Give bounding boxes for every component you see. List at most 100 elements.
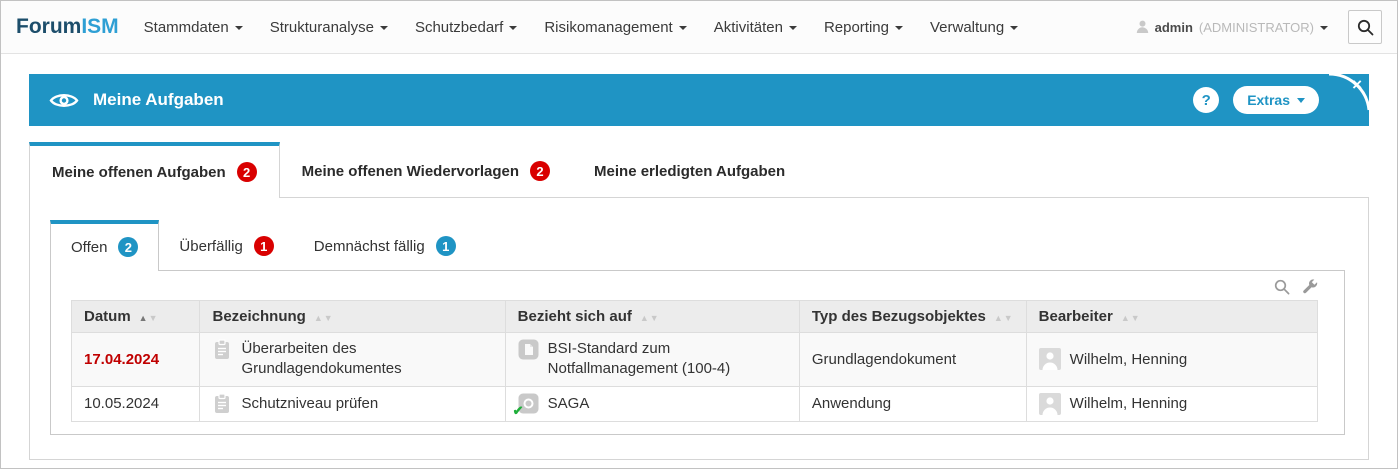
table-row[interactable]: 17.04.2024 Überarbeiten des Grundlagendo… — [72, 333, 1318, 387]
column-label: Typ des Bezugsobjektes — [812, 308, 986, 325]
subtab-offen[interactable]: Offen 2 — [50, 220, 159, 271]
subtab-label: Offen — [71, 239, 107, 256]
app-window: ForumISM Stammdaten Strukturanalyse Schu… — [0, 0, 1398, 469]
avatar — [1039, 348, 1061, 370]
user-icon — [1136, 20, 1149, 34]
search-icon — [1357, 19, 1374, 36]
main-tabs: Meine offenen Aufgaben 2 Meine offenen W… — [29, 142, 1369, 197]
menu-label: Aktivitäten — [714, 19, 783, 36]
object-type: Grundlagendokument — [812, 351, 956, 368]
widget-header: Meine Aufgaben ? Extras × — [29, 74, 1369, 126]
subtab-label: Überfällig — [179, 238, 242, 255]
avatar — [1039, 393, 1061, 415]
tab-meine-offenen-wiedervorlagen[interactable]: Meine offenen Wiedervorlagen 2 — [280, 142, 572, 197]
tab-label: Meine erledigten Aufgaben — [594, 163, 785, 180]
tab-meine-offenen-aufgaben[interactable]: Meine offenen Aufgaben 2 — [29, 142, 280, 198]
menu-aktivitaeten[interactable]: Aktivitäten — [714, 19, 797, 36]
help-button[interactable]: ? — [1193, 87, 1219, 113]
count-badge: 2 — [118, 237, 138, 257]
chevron-down-icon — [380, 26, 388, 30]
subtab-demnaechst-faellig[interactable]: Demnächst fällig 1 — [294, 220, 476, 270]
chevron-down-icon — [1297, 98, 1305, 103]
task-clipboard-icon — [212, 393, 232, 414]
table-header-row: Datum ▲▼ Bezeichnung ▲▼ Bezieht sich auf ▲▼… — [72, 301, 1318, 333]
sort-icons[interactable]: ▲▼ — [994, 313, 1014, 323]
object-type: Anwendung — [812, 395, 891, 412]
chevron-down-icon — [789, 26, 797, 30]
column-header-datum[interactable]: Datum ▲▼ — [72, 301, 200, 333]
menu-label: Verwaltung — [930, 19, 1004, 36]
sort-icons[interactable]: ▲▼ — [314, 313, 334, 323]
page-title: Meine Aufgaben — [93, 90, 224, 110]
table-search-icon[interactable] — [1274, 279, 1290, 295]
extras-button[interactable]: Extras — [1233, 86, 1319, 114]
document-icon — [518, 339, 539, 360]
task-title[interactable]: Überarbeiten des Grundlagendokumentes — [241, 339, 446, 380]
subtab-label: Demnächst fällig — [314, 238, 425, 255]
menu-label: Risikomanagement — [544, 19, 672, 36]
close-icon[interactable]: × — [1352, 76, 1362, 93]
sort-asc-icon[interactable]: ▲▼ — [139, 313, 159, 323]
count-badge: 1 — [254, 236, 274, 256]
corner-arc — [1323, 74, 1369, 116]
task-title[interactable]: Schutzniveau prüfen — [241, 395, 378, 412]
sort-icons[interactable]: ▲▼ — [640, 313, 660, 323]
tab-label: Meine offenen Wiedervorlagen — [302, 163, 519, 180]
chevron-down-icon — [235, 26, 243, 30]
count-badge: 1 — [436, 236, 456, 256]
chevron-down-icon — [1320, 26, 1328, 30]
task-date: 10.05.2024 — [84, 395, 159, 412]
tasks-table: Datum ▲▼ Bezeichnung ▲▼ Bezieht sich auf ▲▼… — [71, 300, 1318, 422]
menu-label: Schutzbedarf — [415, 19, 503, 36]
menu-label: Strukturanalyse — [270, 19, 374, 36]
column-label: Datum — [84, 308, 131, 325]
sort-icons[interactable]: ▲▼ — [1121, 313, 1141, 323]
top-navbar: ForumISM Stammdaten Strukturanalyse Schu… — [1, 1, 1397, 54]
column-header-bezieht-sich-auf[interactable]: Bezieht sich auf ▲▼ — [505, 301, 799, 333]
tab-meine-erledigten-aufgaben[interactable]: Meine erledigten Aufgaben — [572, 142, 807, 197]
assignee-name[interactable]: Wilhelm, Henning — [1070, 395, 1188, 412]
menu-label: Reporting — [824, 19, 889, 36]
sub-tabs: Offen 2 Überfällig 1 Demnächst fällig 1 — [50, 220, 1345, 270]
related-object[interactable]: BSI-Standard zum Notfallmanagement (100-… — [548, 339, 753, 380]
menu-risikomanagement[interactable]: Risikomanagement — [544, 19, 686, 36]
table-row[interactable]: 10.05.2024 Schutzniveau prüfen — [72, 386, 1318, 421]
chevron-down-icon — [1010, 26, 1018, 30]
column-label: Bezieht sich auf — [518, 308, 632, 325]
tab-label: Meine offenen Aufgaben — [52, 164, 226, 181]
chevron-down-icon — [679, 26, 687, 30]
column-label: Bezeichnung — [212, 308, 305, 325]
user-role: (ADMINISTRATOR) — [1199, 20, 1314, 35]
task-list-panel: Datum ▲▼ Bezeichnung ▲▼ Bezieht sich auf ▲▼… — [50, 270, 1345, 435]
status-check-icon: ✔ — [513, 403, 524, 419]
global-search-button[interactable] — [1348, 10, 1382, 44]
main-menu: Stammdaten Strukturanalyse Schutzbedarf … — [144, 19, 1019, 36]
menu-label: Stammdaten — [144, 19, 229, 36]
chevron-down-icon — [895, 26, 903, 30]
column-header-bearbeiter[interactable]: Bearbeiter ▲▼ — [1026, 301, 1317, 333]
assignee-name[interactable]: Wilhelm, Henning — [1070, 351, 1188, 368]
menu-verwaltung[interactable]: Verwaltung — [930, 19, 1018, 36]
extras-label: Extras — [1247, 92, 1290, 108]
column-label: Bearbeiter — [1039, 308, 1113, 325]
user-name: admin — [1155, 20, 1193, 35]
tab-content-panel: Offen 2 Überfällig 1 Demnächst fällig 1 — [29, 197, 1369, 460]
menu-strukturanalyse[interactable]: Strukturanalyse — [270, 19, 388, 36]
menu-schutzbedarf[interactable]: Schutzbedarf — [415, 19, 517, 36]
chevron-down-icon — [509, 26, 517, 30]
column-header-typ[interactable]: Typ des Bezugsobjektes ▲▼ — [799, 301, 1026, 333]
app-logo[interactable]: ForumISM — [16, 15, 119, 39]
menu-stammdaten[interactable]: Stammdaten — [144, 19, 243, 36]
app-logo-accent: ISM — [81, 15, 118, 38]
user-menu[interactable]: admin (ADMINISTRATOR) — [1136, 20, 1328, 35]
column-header-bezeichnung[interactable]: Bezeichnung ▲▼ — [200, 301, 505, 333]
task-date: 17.04.2024 — [84, 351, 159, 368]
eye-icon — [49, 91, 79, 110]
menu-reporting[interactable]: Reporting — [824, 19, 903, 36]
task-clipboard-icon — [212, 339, 232, 360]
related-object[interactable]: SAGA — [548, 395, 590, 412]
table-settings-wrench-icon[interactable] — [1302, 279, 1318, 295]
count-badge: 2 — [237, 162, 257, 182]
subtab-ueberfaellig[interactable]: Überfällig 1 — [159, 220, 293, 270]
widget-corner: × — [1323, 74, 1369, 116]
